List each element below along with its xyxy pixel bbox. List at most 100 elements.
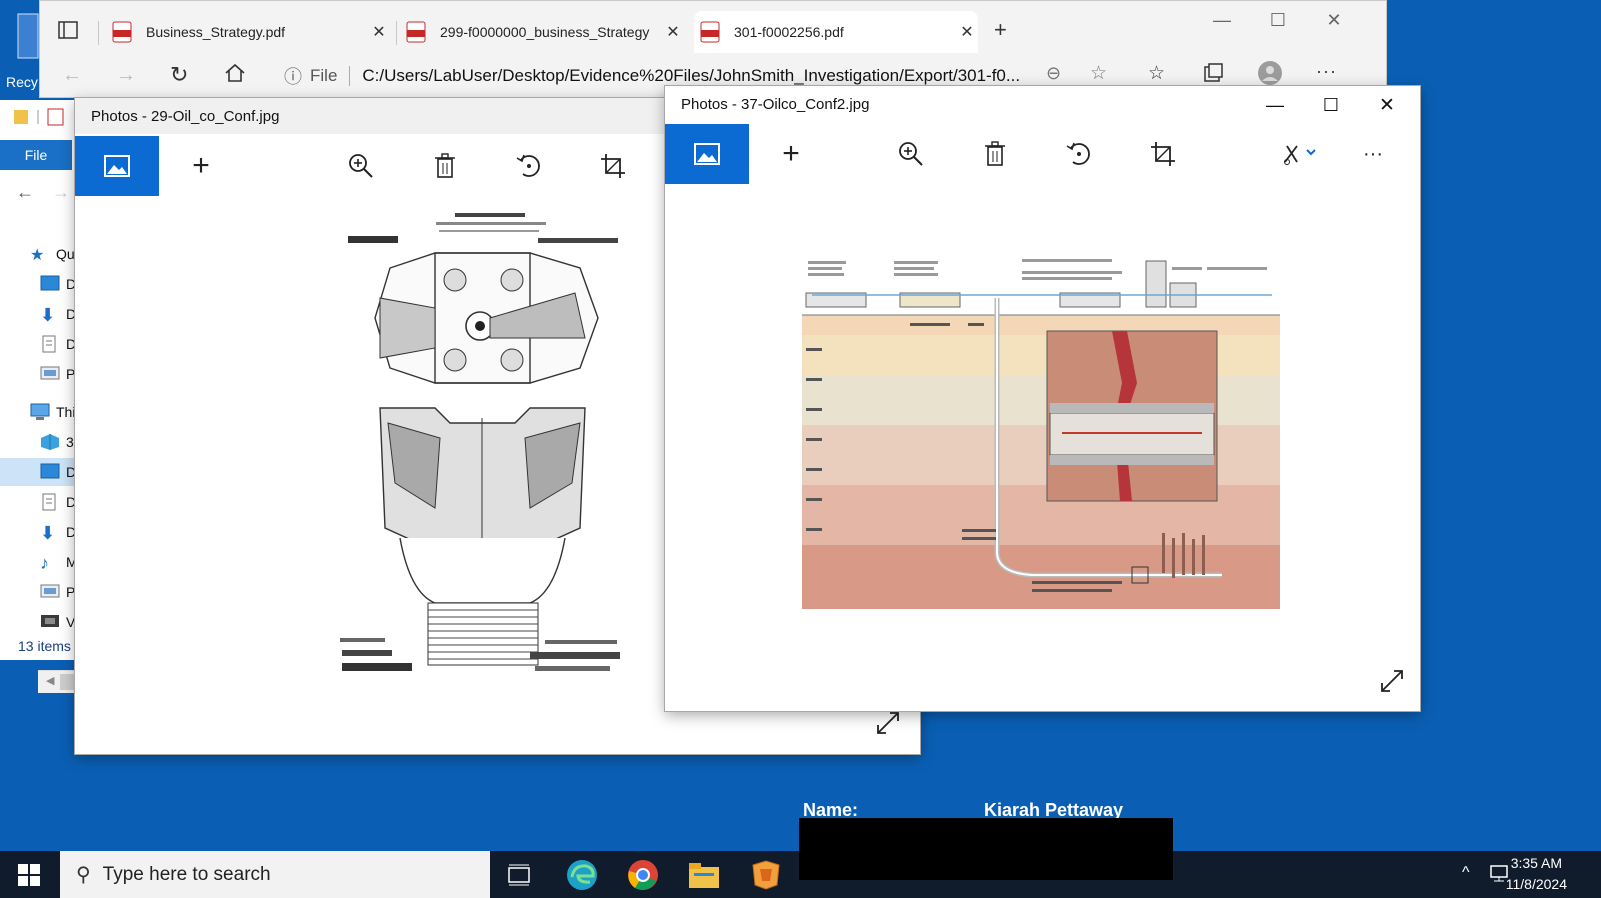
expand-icon[interactable] <box>875 710 901 736</box>
image-icon <box>104 155 130 177</box>
rotate-icon[interactable] <box>487 136 571 196</box>
taskbar-search-box[interactable]: ⚲ Type here to search <box>60 851 490 898</box>
clock[interactable]: 3:35 AM 11/8/2024 <box>1506 853 1567 895</box>
new-tab-icon[interactable]: + <box>994 17 1007 43</box>
delete-icon[interactable] <box>953 124 1037 184</box>
horizontal-scrollbar[interactable]: ◀ <box>38 670 74 693</box>
expand-icon[interactable] <box>1379 668 1405 694</box>
browser-window[interactable]: Business_Strategy.pdf ✕ 299-f0000000_bus… <box>39 0 1387 98</box>
tab-business-strategy[interactable]: Business_Strategy.pdf ✕ <box>106 11 390 53</box>
start-windows-icon[interactable] <box>18 864 40 886</box>
favorite-icon[interactable]: ☆ <box>1090 62 1107 85</box>
nav-desktop[interactable]: D <box>0 270 74 298</box>
close-icon[interactable]: ✕ <box>368 22 390 42</box>
task-view-icon[interactable] <box>508 864 530 886</box>
nav-downloads[interactable]: ⬇ D <box>0 300 74 328</box>
crop-icon[interactable] <box>571 136 655 196</box>
nav-videos[interactable]: V <box>0 608 74 636</box>
app-taskbar-icon[interactable] <box>750 859 782 891</box>
show-hidden-icons[interactable]: ^ <box>1462 864 1470 882</box>
tab-title: Business_Strategy.pdf <box>146 24 286 40</box>
3d-objects-icon <box>40 433 62 451</box>
nav-downloads-2[interactable]: ⬇ D <box>0 518 74 546</box>
nav-pictures[interactable]: P <box>0 360 74 388</box>
pictures-icon <box>40 583 62 601</box>
this-pc-icon <box>30 403 52 421</box>
close-window-icon[interactable]: ✕ <box>1306 5 1362 35</box>
url-text[interactable]: C:/Users/LabUser/Desktop/Evidence%20File… <box>362 66 1020 86</box>
file-scheme-label: File <box>310 66 338 85</box>
close-window-icon[interactable]: ✕ <box>1359 92 1415 118</box>
add-icon[interactable]: + <box>159 136 243 196</box>
desktop-icon <box>40 463 62 481</box>
delete-icon[interactable] <box>403 136 487 196</box>
time-text: 3:35 AM <box>1510 855 1563 871</box>
folder-icon <box>10 106 66 128</box>
tab-actions-icon[interactable] <box>58 21 78 39</box>
file-ribbon-tab[interactable]: File <box>0 140 72 170</box>
add-icon[interactable]: + <box>749 124 833 184</box>
refresh-icon[interactable]: ↻ <box>170 62 188 88</box>
more-icon[interactable]: ··· <box>1316 61 1337 82</box>
forward-icon[interactable]: → <box>52 182 70 203</box>
profile-avatar[interactable] <box>1258 61 1282 85</box>
nav-desktop-selected[interactable]: D <box>0 458 74 486</box>
back-icon[interactable]: ← <box>62 64 82 87</box>
music-icon: ♪ <box>40 553 49 573</box>
desktop-icon <box>40 275 62 293</box>
date-text: 11/8/2024 <box>1505 876 1567 892</box>
pictures-icon <box>40 365 62 383</box>
pdf-icon <box>700 21 720 43</box>
minimize-icon[interactable]: — <box>1194 5 1250 35</box>
tab-separator <box>98 21 99 45</box>
document-icon <box>40 335 62 353</box>
zoom-icon[interactable] <box>319 136 403 196</box>
zoom-out-icon[interactable]: ⊖ <box>1046 63 1061 84</box>
nav-quick-access[interactable]: ★ Qu <box>0 240 74 268</box>
nav-label: D <box>66 306 74 322</box>
nav-this-pc[interactable]: Thi <box>0 398 74 426</box>
file-explorer-taskbar-icon[interactable] <box>688 861 720 889</box>
home-icon[interactable] <box>224 63 246 83</box>
info-icon[interactable]: ⓘ <box>284 63 302 89</box>
minimize-icon[interactable]: — <box>1247 92 1303 118</box>
photos-toolbar: + ··· <box>665 124 1420 184</box>
nav-label: 3 <box>66 434 74 450</box>
edge-taskbar-icon[interactable] <box>566 859 598 891</box>
nav-label: Thi <box>56 404 74 420</box>
nav-pictures-2[interactable]: P <box>0 578 74 606</box>
tab-business-strategy-2[interactable]: 299-f0000000_business_Strategy ✕ <box>400 11 684 53</box>
nav-documents[interactable]: D <box>0 330 74 358</box>
tab-301-f0002256[interactable]: 301-f0002256.pdf ✕ <box>694 11 978 53</box>
download-icon: ⬇ <box>40 305 56 325</box>
view-image-button[interactable] <box>75 136 159 196</box>
maximize-icon[interactable]: ☐ <box>1250 5 1306 35</box>
nav-documents-2[interactable]: D <box>0 488 74 516</box>
nav-music[interactable]: ♪ M <box>0 548 74 576</box>
close-icon[interactable]: ✕ <box>956 22 978 42</box>
collections-icon[interactable] <box>1202 63 1224 83</box>
photos-window-front[interactable]: Photos - 37-Oilco_Conf2.jpg — ☐ ✕ + ··· <box>665 86 1420 711</box>
crop-icon[interactable] <box>1121 124 1205 184</box>
rotate-icon[interactable] <box>1037 124 1121 184</box>
back-icon[interactable]: ← <box>16 182 34 203</box>
nav-label: M <box>66 554 74 570</box>
more-icon[interactable]: ··· <box>1341 124 1405 184</box>
fracking-diagram-image <box>802 253 1280 609</box>
tab-separator <box>396 21 397 45</box>
chrome-taskbar-icon[interactable] <box>627 859 659 891</box>
view-image-button[interactable] <box>665 124 749 184</box>
favorites-icon[interactable]: ☆ <box>1148 62 1165 85</box>
close-icon[interactable]: ✕ <box>662 22 684 42</box>
edit-create-button[interactable] <box>1269 124 1333 184</box>
forward-icon[interactable]: → <box>116 64 136 87</box>
star-icon: ★ <box>30 247 45 264</box>
zoom-icon[interactable] <box>869 124 953 184</box>
maximize-icon[interactable]: ☐ <box>1303 92 1359 118</box>
search-icon: ⚲ <box>76 864 91 886</box>
nav-label: D <box>66 336 74 352</box>
pdf-icon <box>112 21 132 43</box>
nav-3d-objects[interactable]: 3 <box>0 428 74 456</box>
video-icon <box>40 613 62 631</box>
recycle-bin-label: Recy <box>6 74 38 90</box>
